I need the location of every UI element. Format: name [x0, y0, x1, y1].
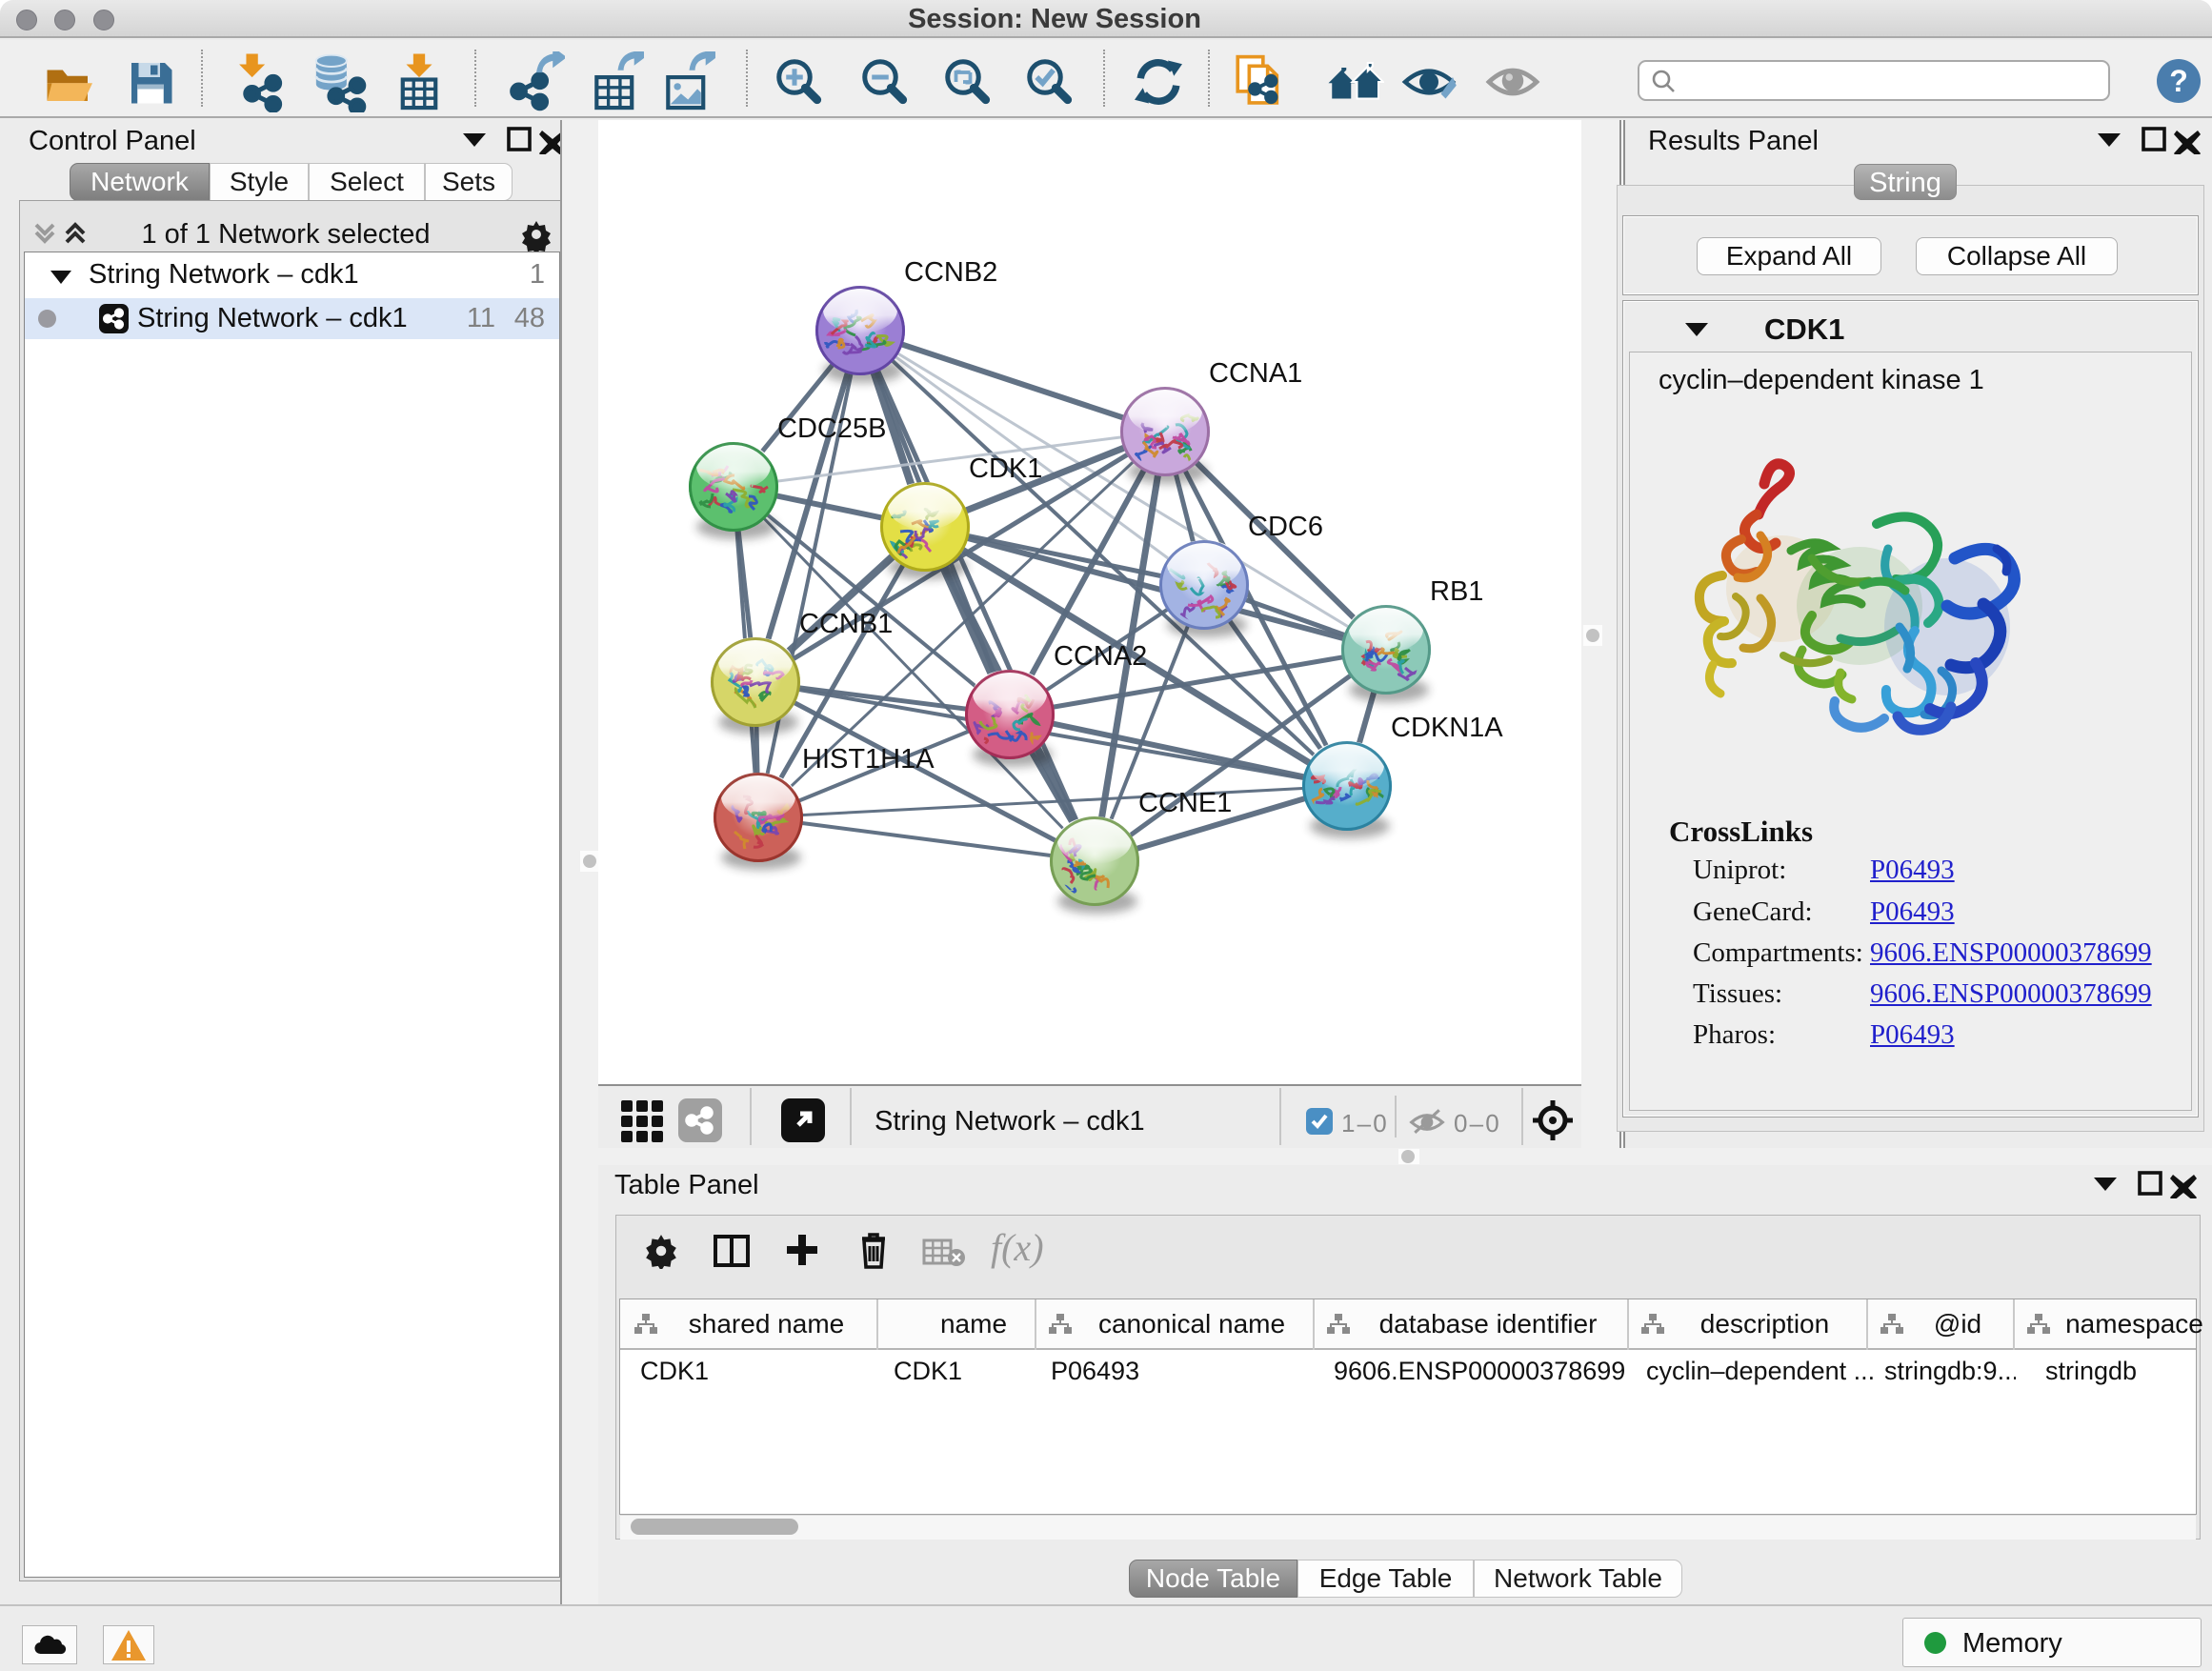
svg-text:CCNE1: CCNE1	[1138, 788, 1232, 818]
svg-text:CDKN1A: CDKN1A	[1391, 713, 1503, 743]
svg-text:CCNB1: CCNB1	[799, 609, 893, 639]
svg-text:CDC25B: CDC25B	[777, 413, 886, 444]
svg-text:CCNA1: CCNA1	[1209, 358, 1302, 389]
svg-text:CCNA2: CCNA2	[1054, 641, 1147, 672]
svg-text:HIST1H1A: HIST1H1A	[802, 744, 935, 775]
svg-text:RB1: RB1	[1430, 576, 1483, 607]
svg-text:CDK1: CDK1	[969, 453, 1042, 484]
svg-text:CDC6: CDC6	[1248, 512, 1323, 542]
svg-text:CCNB2: CCNB2	[904, 257, 997, 288]
